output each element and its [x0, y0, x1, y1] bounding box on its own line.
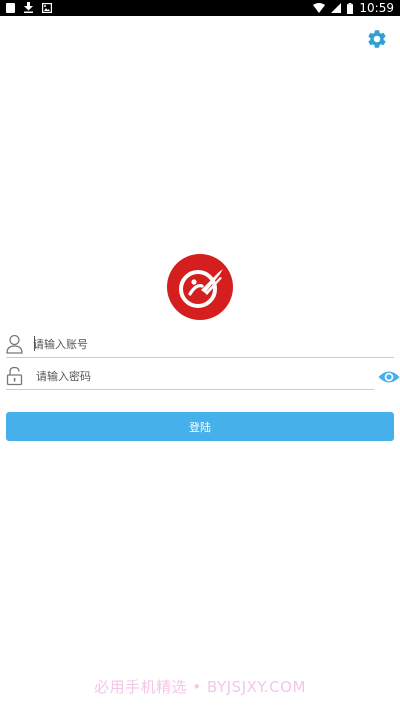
user-icon [6, 334, 23, 354]
watermark-text: 必用手机精选 • BYJSJXY.COM [94, 678, 306, 696]
login-button[interactable]: 登陆 [6, 412, 394, 441]
battery-icon [347, 2, 354, 14]
gear-icon [368, 30, 386, 48]
settings-button[interactable] [366, 28, 388, 50]
wifi-icon [313, 3, 326, 13]
account-input[interactable] [33, 331, 393, 357]
password-input[interactable] [36, 363, 372, 389]
password-underline [6, 389, 374, 390]
app-logo [167, 254, 233, 320]
password-field-row [6, 363, 400, 391]
login-screen: 10:59 请输入账号 登陆 必用手机精选 • BYJSJXY.COM [0, 0, 400, 711]
account-field-row [6, 331, 394, 359]
status-bar-right: 10:59 [313, 1, 394, 15]
toggle-password-visibility-button[interactable] [378, 369, 400, 385]
download-icon [24, 2, 33, 13]
lock-icon [6, 366, 23, 386]
account-underline [6, 357, 394, 358]
status-bar-left [6, 2, 52, 13]
status-bar: 10:59 [0, 0, 400, 16]
image-icon [42, 2, 52, 13]
status-time: 10:59 [359, 1, 394, 15]
signal-icon [331, 3, 342, 13]
logo-emblem-icon [167, 254, 233, 320]
notification-square-icon [6, 2, 15, 13]
eye-icon [378, 371, 400, 383]
